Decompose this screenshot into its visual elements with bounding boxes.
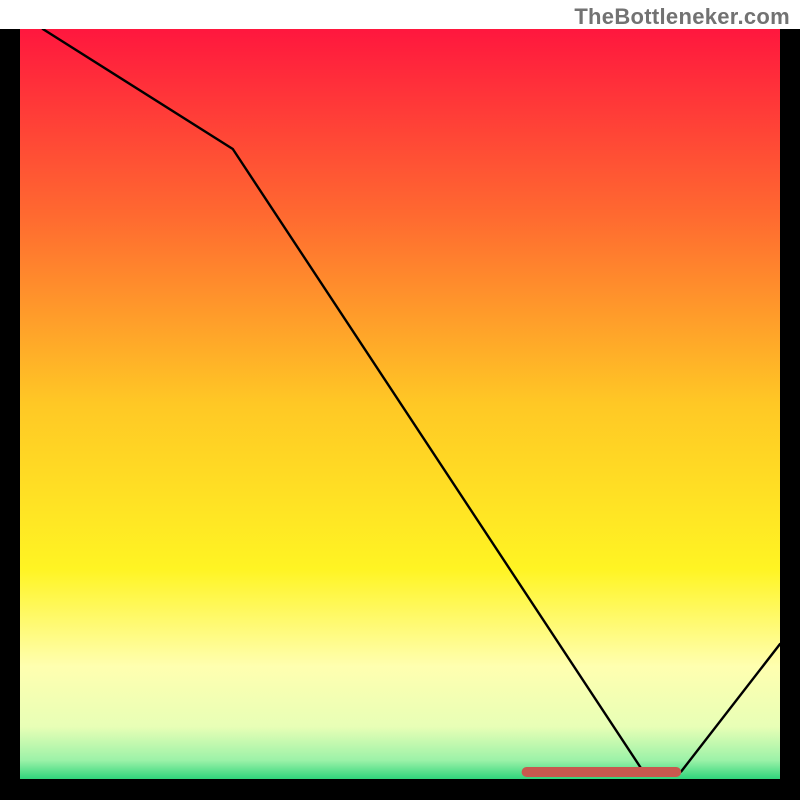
chart-frame: { "watermark": "TheBottleneker.com", "ch… [0, 0, 800, 800]
optimal-band [522, 767, 682, 777]
chart-svg [0, 0, 800, 800]
